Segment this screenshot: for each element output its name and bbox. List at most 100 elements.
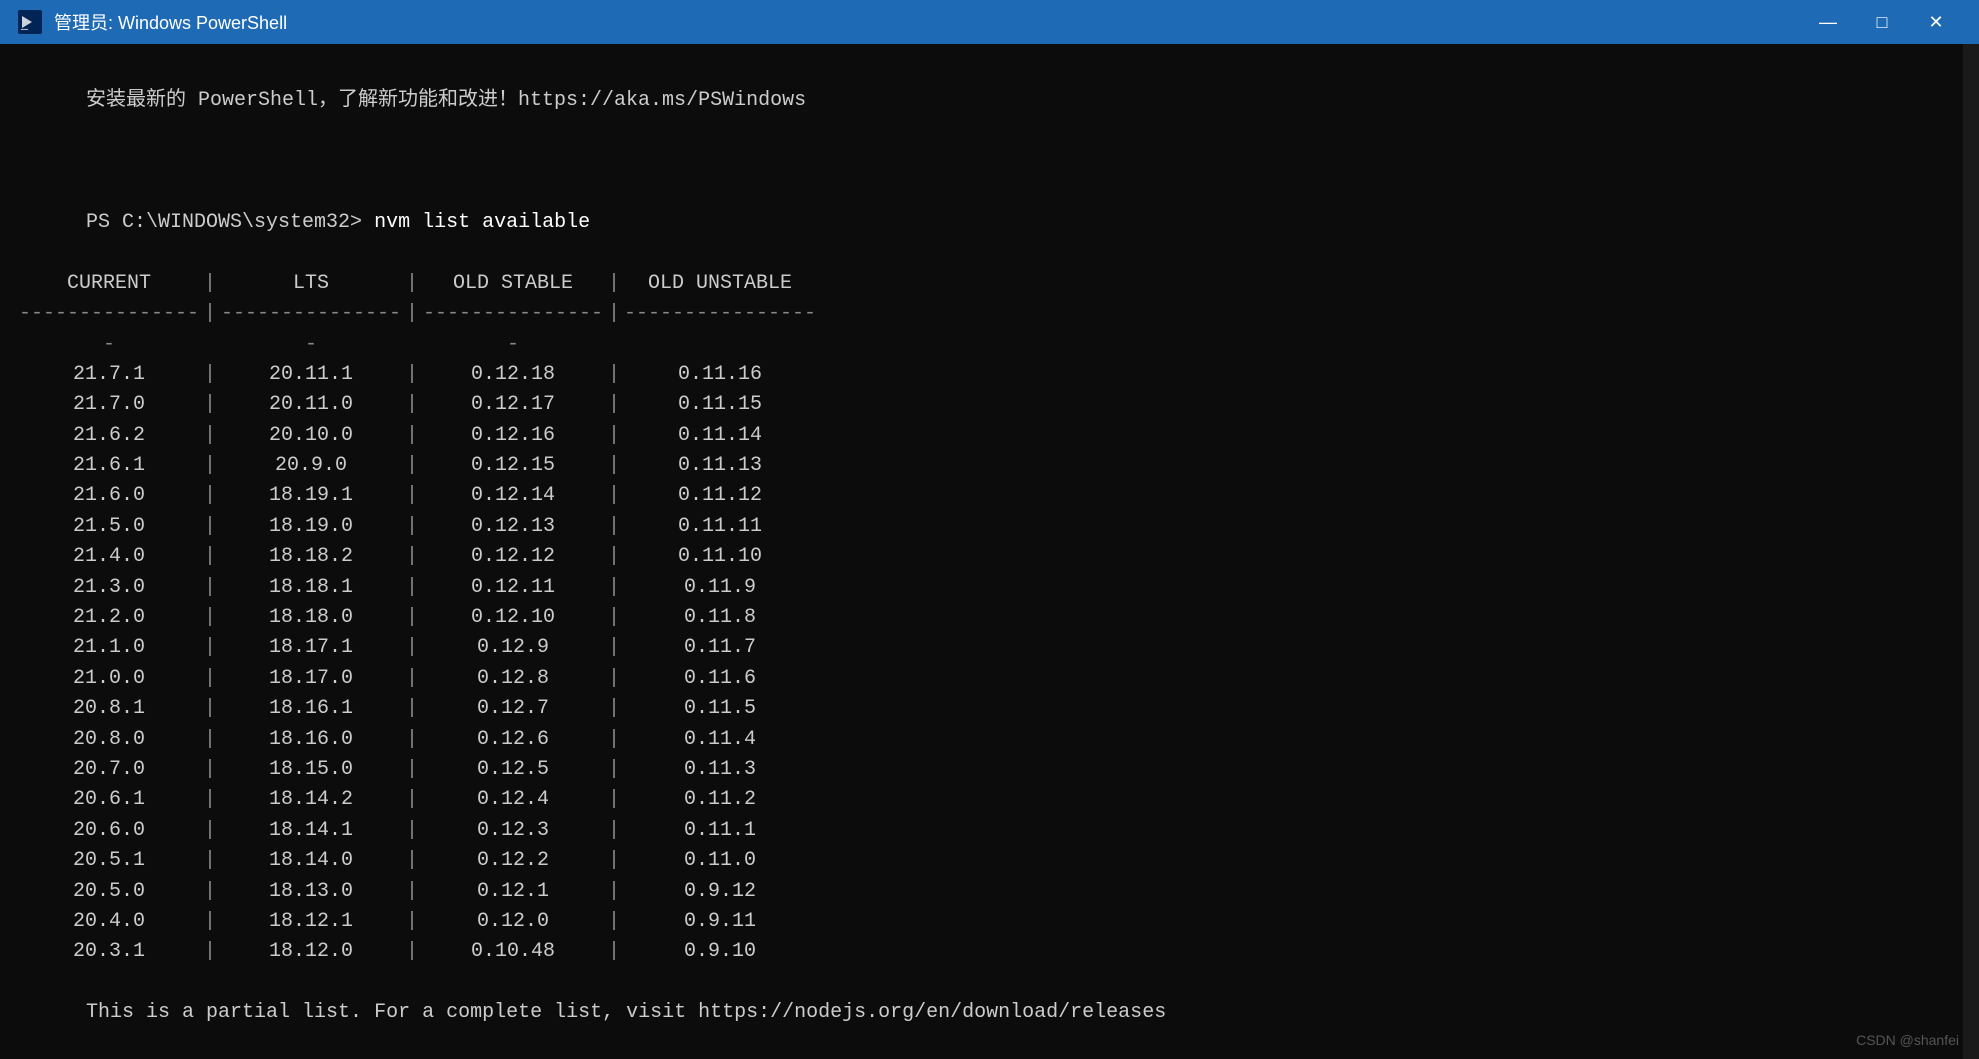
table-row: 20.7.0|18.15.0|0.12.5|0.11.3 xyxy=(14,755,1965,785)
table-cell: 18.12.0 xyxy=(216,937,406,967)
blank-line xyxy=(14,147,1965,177)
table-cell: 0.11.11 xyxy=(620,512,820,542)
table-cell: 18.12.1 xyxy=(216,907,406,937)
table-row: 21.0.0|18.17.0|0.12.8|0.11.6 xyxy=(14,664,1965,694)
table-cell: 0.12.17 xyxy=(418,390,608,420)
table-row: 21.6.2|20.10.0|0.12.16|0.11.14 xyxy=(14,421,1965,451)
table-cell: 21.3.0 xyxy=(14,573,204,603)
table-data-rows: 21.7.1|20.11.1|0.12.18|0.11.1621.7.0|20.… xyxy=(14,360,1965,968)
table-cell: 18.16.1 xyxy=(216,694,406,724)
scrollbar[interactable] xyxy=(1963,44,1979,1059)
table-cell: 21.1.0 xyxy=(14,633,204,663)
table-row: 21.6.0|18.19.1|0.12.14|0.11.12 xyxy=(14,481,1965,511)
table-cell: 0.11.5 xyxy=(620,694,820,724)
table-cell: 20.7.0 xyxy=(14,755,204,785)
table-row: 21.7.0|20.11.0|0.12.17|0.11.15 xyxy=(14,390,1965,420)
table-cell: 0.12.9 xyxy=(418,633,608,663)
table-row: 21.7.1|20.11.1|0.12.18|0.11.16 xyxy=(14,360,1965,390)
divider-2: ---------------- xyxy=(216,299,406,360)
table-cell: 0.11.14 xyxy=(620,421,820,451)
prompt-1: PS C:\WINDOWS\system32> xyxy=(86,211,362,234)
table-cell: 0.12.11 xyxy=(418,573,608,603)
table-cell: 0.11.2 xyxy=(620,785,820,815)
footer-text: This is a partial list. For a complete l… xyxy=(86,1001,1166,1024)
watermark: CSDN @shanfei xyxy=(1856,1030,1959,1051)
info-text: 安装最新的 PowerShell，了解新功能和改进！https://aka.ms… xyxy=(86,89,806,112)
table-cell: 0.10.48 xyxy=(418,937,608,967)
table-cell: 20.5.1 xyxy=(14,846,204,876)
table-cell: 0.11.15 xyxy=(620,390,820,420)
window-controls: — □ ✕ xyxy=(1801,0,1963,44)
table-cell: 21.6.0 xyxy=(14,481,204,511)
table-divider: ---------------- | ---------------- | --… xyxy=(14,299,1965,360)
table-cell: 18.16.0 xyxy=(216,725,406,755)
table-cell: 21.7.1 xyxy=(14,360,204,390)
table-cell: 0.12.13 xyxy=(418,512,608,542)
table-row: 20.8.0|18.16.0|0.12.6|0.11.4 xyxy=(14,725,1965,755)
footer-line: This is a partial list. For a complete l… xyxy=(14,968,1965,1059)
table-cell: 0.11.9 xyxy=(620,573,820,603)
table-cell: 20.11.1 xyxy=(216,360,406,390)
table-cell: 0.12.16 xyxy=(418,421,608,451)
maximize-button[interactable]: □ xyxy=(1855,0,1909,44)
command-line-1: PS C:\WINDOWS\system32> nvm list availab… xyxy=(14,178,1965,269)
divider-4: ---------------- xyxy=(620,299,820,360)
table-cell: 21.7.0 xyxy=(14,390,204,420)
table-cell: 18.18.1 xyxy=(216,573,406,603)
table-cell: 20.6.0 xyxy=(14,816,204,846)
table-cell: 21.6.2 xyxy=(14,421,204,451)
table-row: 21.4.0|18.18.2|0.12.12|0.11.10 xyxy=(14,542,1965,572)
table-cell: 20.10.0 xyxy=(216,421,406,451)
table-cell: 0.11.1 xyxy=(620,816,820,846)
table-cell: 0.11.13 xyxy=(620,451,820,481)
table-row: 21.1.0|18.17.1|0.12.9|0.11.7 xyxy=(14,633,1965,663)
table-cell: 0.12.5 xyxy=(418,755,608,785)
info-line: 安装最新的 PowerShell，了解新功能和改进！https://aka.ms… xyxy=(14,56,1965,147)
table-cell: 0.12.0 xyxy=(418,907,608,937)
table-cell: 20.6.1 xyxy=(14,785,204,815)
table-header: CURRENT | LTS | OLD STABLE | OLD UNSTABL… xyxy=(14,269,1965,299)
terminal-body[interactable]: 安装最新的 PowerShell，了解新功能和改进！https://aka.ms… xyxy=(0,44,1979,1059)
title-bar: _ 管理员: Windows PowerShell — □ ✕ xyxy=(0,0,1979,44)
table-cell: 18.14.2 xyxy=(216,785,406,815)
table-cell: 0.11.16 xyxy=(620,360,820,390)
table-cell: 0.12.8 xyxy=(418,664,608,694)
table-row: 20.6.0|18.14.1|0.12.3|0.11.1 xyxy=(14,816,1965,846)
header-current: CURRENT xyxy=(14,269,204,299)
table-cell: 0.11.6 xyxy=(620,664,820,694)
table-cell: 18.14.0 xyxy=(216,846,406,876)
table-cell: 18.13.0 xyxy=(216,877,406,907)
table-cell: 18.18.2 xyxy=(216,542,406,572)
powershell-window: _ 管理员: Windows PowerShell — □ ✕ 安装最新的 Po… xyxy=(0,0,1979,1059)
nvm-table: CURRENT | LTS | OLD STABLE | OLD UNSTABL… xyxy=(14,269,1965,360)
table-row: 20.6.1|18.14.2|0.12.4|0.11.2 xyxy=(14,785,1965,815)
table-cell: 0.9.10 xyxy=(620,937,820,967)
table-cell: 18.19.1 xyxy=(216,481,406,511)
table-cell: 0.12.7 xyxy=(418,694,608,724)
table-row: 21.6.1|20.9.0|0.12.15|0.11.13 xyxy=(14,451,1965,481)
table-cell: 0.11.7 xyxy=(620,633,820,663)
table-cell: 18.17.1 xyxy=(216,633,406,663)
minimize-button[interactable]: — xyxy=(1801,0,1855,44)
header-old-stable: OLD STABLE xyxy=(418,269,608,299)
table-cell: 0.12.2 xyxy=(418,846,608,876)
table-cell: 18.18.0 xyxy=(216,603,406,633)
close-button[interactable]: ✕ xyxy=(1909,0,1963,44)
table-cell: 18.14.1 xyxy=(216,816,406,846)
table-row: 20.5.0|18.13.0|0.12.1|0.9.12 xyxy=(14,877,1965,907)
table-cell: 0.9.11 xyxy=(620,907,820,937)
table-cell: 21.6.1 xyxy=(14,451,204,481)
header-lts: LTS xyxy=(216,269,406,299)
table-cell: 18.15.0 xyxy=(216,755,406,785)
table-cell: 0.11.4 xyxy=(620,725,820,755)
divider-1: ---------------- xyxy=(14,299,204,360)
powershell-icon: _ xyxy=(16,8,44,36)
header-old-unstable: OLD UNSTABLE xyxy=(620,269,820,299)
table-cell: 20.4.0 xyxy=(14,907,204,937)
table-cell: 0.12.4 xyxy=(418,785,608,815)
table-row: 21.3.0|18.18.1|0.12.11|0.11.9 xyxy=(14,573,1965,603)
table-cell: 20.5.0 xyxy=(14,877,204,907)
table-cell: 0.12.1 xyxy=(418,877,608,907)
window-title: 管理员: Windows PowerShell xyxy=(54,9,1801,35)
table-row: 21.2.0|18.18.0|0.12.10|0.11.8 xyxy=(14,603,1965,633)
